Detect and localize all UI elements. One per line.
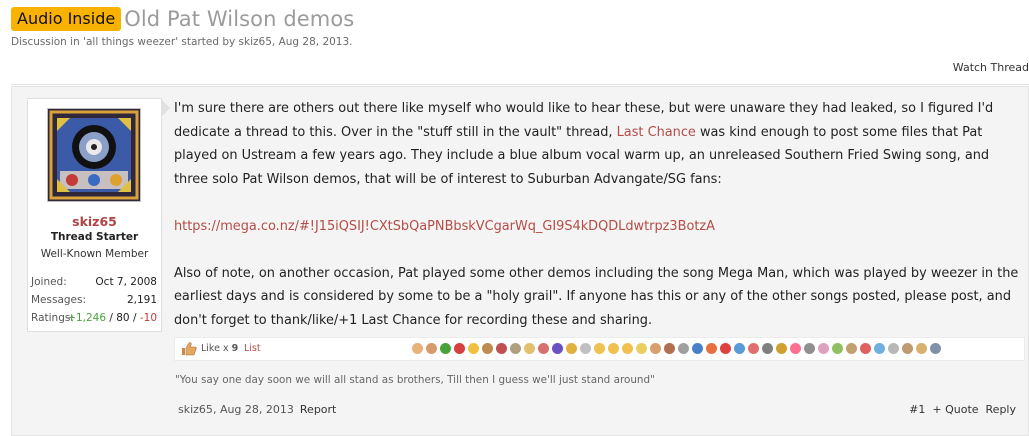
rating-icon[interactable]	[482, 343, 493, 354]
rating-icon[interactable]	[524, 343, 535, 354]
rating-icon[interactable]	[594, 343, 605, 354]
message-paragraph: https://mega.co.nz/#!J15iQSIJ!CXtSbQaPNB…	[174, 215, 1024, 239]
message: skiz65 Thread Starter Well-Known Member …	[11, 86, 1029, 436]
watch-thread-link[interactable]: Watch Thread	[953, 61, 1029, 74]
ratings-separator: /	[106, 312, 117, 324]
message-user-info: skiz65 Thread Starter Well-Known Member …	[27, 98, 162, 332]
rating-icon[interactable]	[706, 343, 717, 354]
rating-icon[interactable]	[538, 343, 549, 354]
ratings-positive: +1,246	[67, 312, 107, 324]
rating-icon[interactable]	[818, 343, 829, 354]
rating-icon[interactable]	[608, 343, 619, 354]
rating-icon[interactable]	[888, 343, 899, 354]
joined-value: Oct 7, 2008	[95, 276, 157, 288]
avatar[interactable]	[47, 108, 141, 202]
message-controls: #1 + Quote Reply	[902, 403, 1016, 416]
ratings-negative: -10	[139, 312, 157, 324]
thread-prefix-badge[interactable]: Audio Inside	[11, 7, 122, 31]
message-paragraph: Also of note, on another occasion, Pat p…	[174, 265, 1019, 328]
post-number-link[interactable]: #1	[909, 403, 925, 416]
like-count-label: Like x	[201, 343, 232, 354]
likes-summary-bar: Like x 9 List	[174, 337, 1025, 361]
rating-icon[interactable]	[930, 343, 941, 354]
rating-icon[interactable]	[426, 343, 437, 354]
report-link[interactable]: Report	[300, 403, 336, 416]
rating-icon[interactable]	[916, 343, 927, 354]
rating-icons[interactable]	[412, 341, 941, 357]
rating-icon[interactable]	[846, 343, 857, 354]
rating-icon[interactable]	[748, 343, 759, 354]
username[interactable]: skiz65	[28, 214, 161, 229]
rating-icon[interactable]	[496, 343, 507, 354]
message-body: I'm sure there are others out there like…	[174, 97, 1024, 332]
thread-title: Old Pat Wilson demos	[124, 7, 355, 31]
rating-icon[interactable]	[734, 343, 745, 354]
thumbs-up-icon	[181, 341, 197, 360]
thread-header: Audio Inside Old Pat Wilson demos	[11, 7, 354, 31]
rating-icon[interactable]	[664, 343, 675, 354]
message-paragraph: I'm sure there are others out there like…	[174, 97, 1024, 191]
like-count[interactable]: Like x 9	[201, 343, 238, 354]
rating-icon[interactable]	[902, 343, 913, 354]
rating-icon[interactable]	[468, 343, 479, 354]
rating-icon[interactable]	[552, 343, 563, 354]
rating-icon[interactable]	[454, 343, 465, 354]
rating-icon[interactable]	[622, 343, 633, 354]
messages-label: Messages:	[31, 294, 87, 306]
rating-icon[interactable]	[636, 343, 647, 354]
rating-icon[interactable]	[566, 343, 577, 354]
user-rank: Well-Known Member	[40, 248, 149, 260]
user-box-arrow	[161, 99, 170, 117]
rating-icon[interactable]	[720, 343, 731, 354]
likes-list-link[interactable]: List	[244, 343, 261, 354]
rating-icon[interactable]	[762, 343, 773, 354]
like-count-number: 9	[231, 343, 239, 354]
rating-icon[interactable]	[860, 343, 871, 354]
rating-icon[interactable]	[678, 343, 689, 354]
rating-icon[interactable]	[692, 343, 703, 354]
avatar-image	[48, 109, 140, 201]
mega-url-link[interactable]: https://mega.co.nz/#!J15iQSIJ!CXtSbQaPNB…	[174, 219, 715, 234]
user-stats: Joined: Oct 7, 2008 Messages: 2,191 Rati…	[28, 276, 161, 330]
rating-icon[interactable]	[650, 343, 661, 354]
ratings-value: +1,246 / 80 / -10	[67, 312, 157, 324]
signature: "You say one day soon we will all stand …	[175, 374, 655, 386]
joined-label: Joined:	[31, 276, 67, 288]
messages-value[interactable]: 2,191	[127, 294, 157, 306]
rating-icon[interactable]	[804, 343, 815, 354]
user-title: Thread Starter	[50, 231, 139, 243]
thread-description: Discussion in 'all things weezer' starte…	[11, 36, 353, 48]
rating-icon[interactable]	[440, 343, 451, 354]
rating-icon[interactable]	[874, 343, 885, 354]
rating-icon[interactable]	[412, 343, 423, 354]
quote-button[interactable]: + Quote	[932, 403, 978, 416]
rating-icon[interactable]	[790, 343, 801, 354]
post-date[interactable]: Aug 28, 2013	[220, 403, 294, 416]
rating-icon[interactable]	[832, 343, 843, 354]
post-author[interactable]: skiz65	[178, 403, 213, 416]
message-meta: skiz65, Aug 28, 2013 Report	[178, 403, 337, 416]
rating-icon[interactable]	[580, 343, 591, 354]
rating-icon[interactable]	[510, 343, 521, 354]
reply-button[interactable]: Reply	[986, 403, 1016, 416]
ratings-separator: /	[129, 312, 140, 324]
divider	[11, 84, 1029, 85]
rating-icon[interactable]	[776, 343, 787, 354]
ratings-neutral: 80	[116, 312, 130, 324]
user-mention-link[interactable]: Last Chance	[617, 125, 696, 140]
